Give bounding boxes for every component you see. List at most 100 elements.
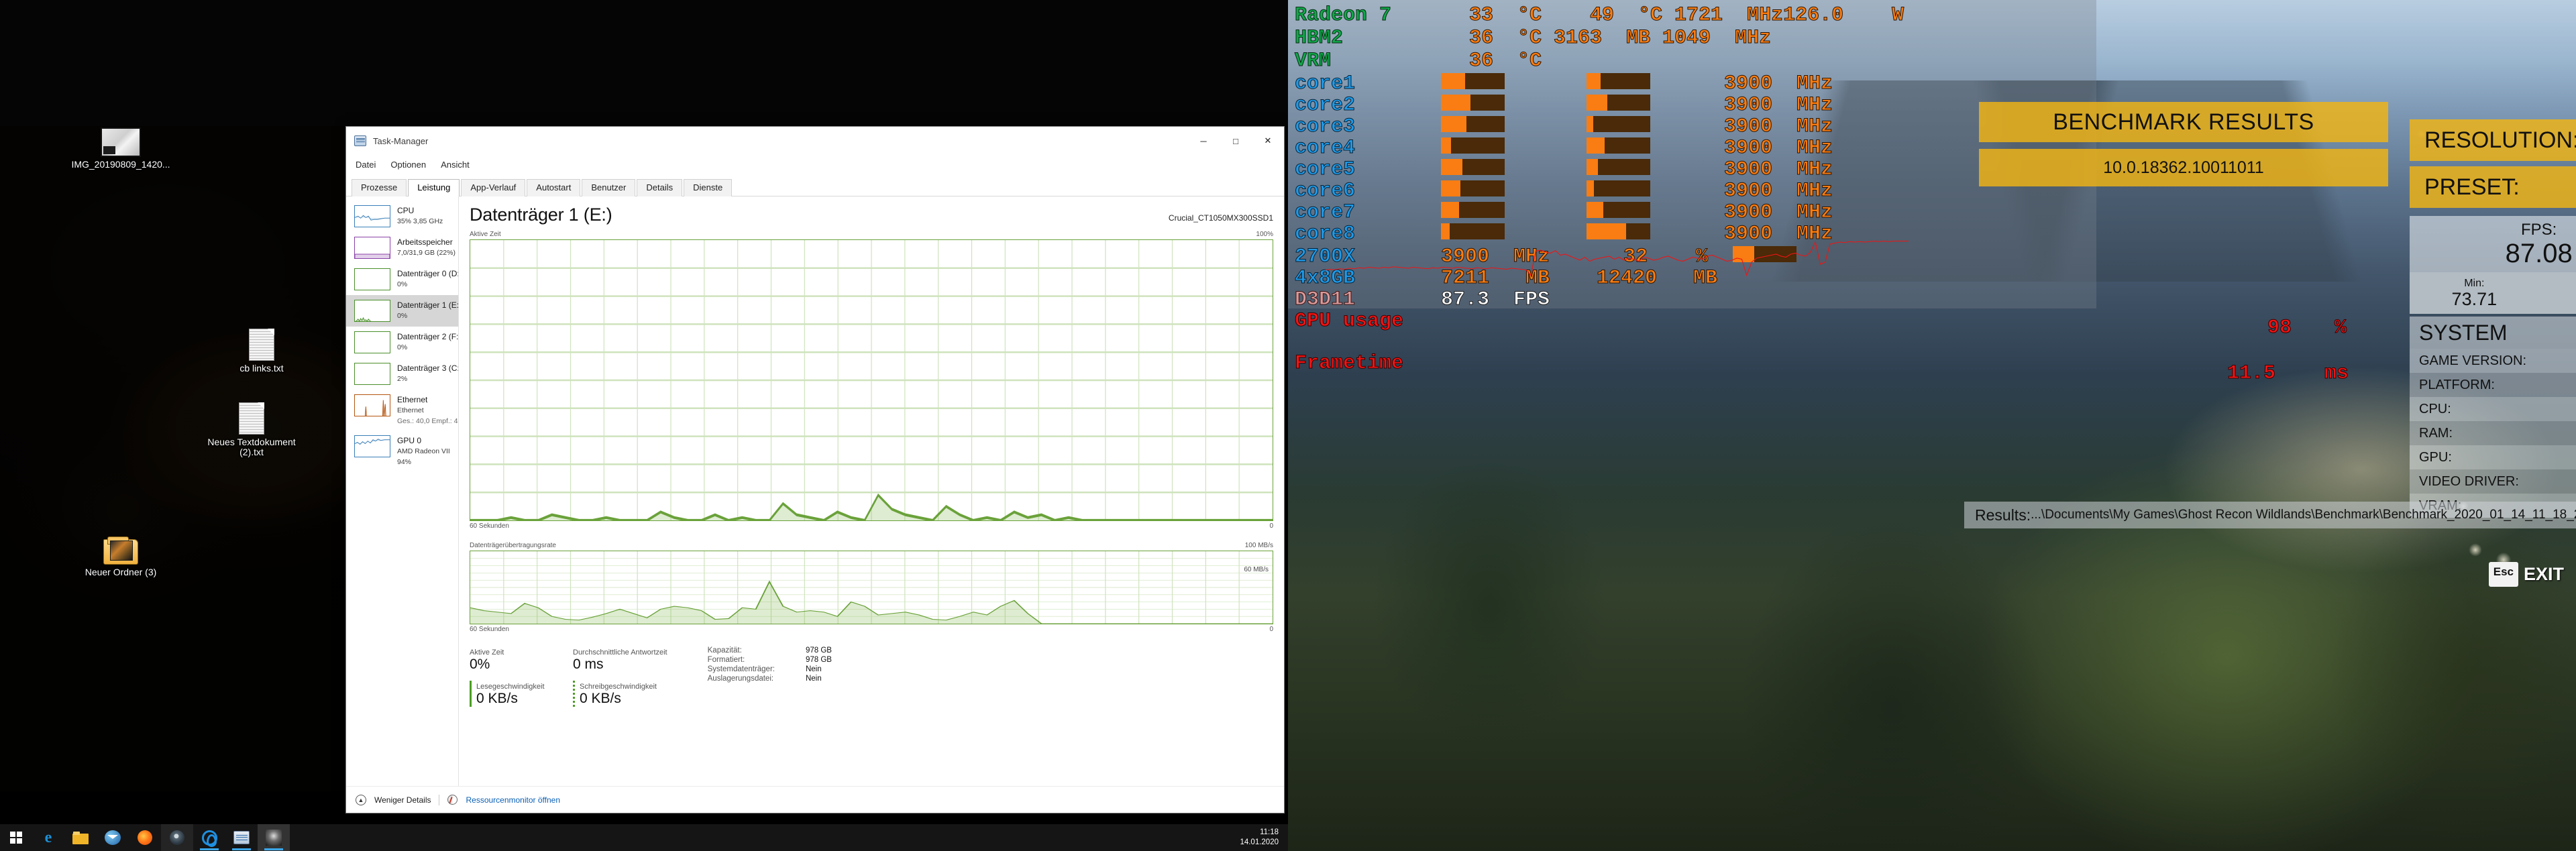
menu-item-optionen[interactable]: Optionen (390, 160, 426, 170)
stat-label: Schreibgeschwindigkeit (580, 683, 657, 691)
active-time-axis-top: Aktive Zeit 100% (470, 231, 1273, 238)
metric-min-label: Min: (2464, 277, 2485, 289)
sidebar-item-sub2: Ges.: 40,0 Empf.: 48,0 KB (397, 417, 458, 425)
desktop-icon-label: Neuer Ordner (3) (85, 567, 157, 577)
resource-monitor-icon[interactable] (447, 795, 458, 805)
metric-value: 87.08 (2505, 239, 2573, 268)
chevron-up-icon[interactable]: ▲ (356, 794, 366, 805)
close-button[interactable]: ✕ (1252, 127, 1284, 155)
ethernet-thumbnail (354, 394, 390, 416)
metric-min: Min: 73.71 (2410, 272, 2539, 314)
disk1-thumbnail (354, 300, 390, 322)
desktop-icon-label: cb links.txt (239, 363, 284, 374)
exit-button[interactable]: EXIT (2524, 564, 2564, 585)
osd-core8-bar-b (1587, 223, 1650, 239)
right-monitor-game: Radeon 7 33 °C 49 °C 1721 MHz126.0 W HBM… (1288, 0, 2576, 851)
table-row: VIDEO DRIVER: 19.11.3 (2410, 469, 2576, 494)
sidebar-item-sub: 0% (397, 312, 408, 320)
firefox-button[interactable] (129, 824, 161, 851)
sidebar-item-datentraeger-3[interactable]: Datenträger 3 (C:) 2% (346, 358, 458, 390)
menu-item-datei[interactable]: Datei (356, 160, 376, 170)
disk-properties: Kapazität: 978 GB Formatiert: 978 GB Sys… (708, 646, 832, 707)
sidebar-item-datentraeger-2[interactable]: Datenträger 2 (F:) 0% (346, 327, 458, 358)
tab-app-verlauf[interactable]: App-Verlauf (461, 179, 526, 196)
clock-date: 14.01.2020 (1240, 838, 1279, 846)
spec-key: Kapazität: (707, 646, 742, 655)
osd-core1-bar-a (1441, 73, 1505, 89)
metric-fps: FPS: 87.08 Min: 73.71 Max: 99.60 (2410, 216, 2576, 314)
desktop-icon-new-folder[interactable]: Neuer Ordner (3) (70, 536, 171, 577)
desktop-icon-image[interactable]: IMG_20190809_1420... (70, 127, 171, 170)
page-title: Datenträger 1 (E:) (470, 205, 612, 225)
uplay-button[interactable] (193, 824, 225, 851)
tab-leistung[interactable]: Leistung (408, 179, 460, 196)
tab-benutzer[interactable]: Benutzer (582, 179, 636, 196)
performance-sidebar[interactable]: CPU 35% 3,85 GHz Arbeitsspeicher 7,0/31,… (346, 196, 459, 786)
system-key: GAME VERSION: (2419, 353, 2527, 368)
osd-core7-bar-a (1441, 202, 1505, 218)
task-manager-window[interactable]: Task-Manager ─ □ ✕ Datei Optionen Ansich… (345, 126, 1285, 813)
stat-active-time: Aktive Zeit 0% (470, 646, 550, 673)
game-button[interactable] (258, 824, 290, 851)
sidebar-item-arbeitsspeicher[interactable]: Arbeitsspeicher 7,0/31,9 GB (22%) (346, 232, 458, 264)
time-range-label: 60 Sekunden (470, 522, 509, 530)
transfer-axis-top: Datenträgerübertragungsrate 100 MB/s (470, 542, 1273, 549)
sidebar-item-sub: 2% (397, 375, 408, 383)
tab-autostart[interactable]: Autostart (527, 179, 581, 196)
osd-api-label: D3D11 (1294, 288, 1356, 312)
desktop-icon-new-textdoc[interactable]: Neues Textdokument (2).txt (201, 402, 302, 457)
sidebar-item-cpu[interactable]: CPU 35% 3,85 GHz (346, 201, 458, 232)
chromium-button[interactable] (161, 824, 193, 851)
left-monitor-desktop: IMG_20190809_1420... cb links.txt Neues … (0, 0, 1288, 851)
sidebar-item-sub: 7,0/31,9 GB (22%) (397, 249, 455, 257)
osd-core6-bar-a (1441, 180, 1505, 196)
system-key: CPU: (2419, 401, 2451, 416)
tab-dienste[interactable]: Dienste (684, 179, 733, 196)
exit-control[interactable]: Esc EXIT (2488, 562, 2564, 587)
sidebar-item-label: CPU (397, 206, 415, 215)
desktop-icon-cb-links[interactable]: cb links.txt (211, 329, 312, 374)
osd-core7-label: core7 (1294, 201, 1356, 225)
device-model: Crucial_CT1050MX300SSD1 (1168, 213, 1273, 223)
sidebar-item-gpu-0[interactable]: GPU 0 AMD Radeon VII 94% (346, 431, 458, 471)
start-button[interactable] (0, 824, 32, 851)
esc-key-icon: Esc (2488, 562, 2518, 587)
text-file-icon (239, 402, 264, 435)
windows-taskbar[interactable]: e 11:18 14.01.2020 (0, 824, 1288, 851)
osd-core5-label: core5 (1294, 158, 1356, 182)
time-range-label-2: 60 Sekunden (470, 626, 509, 633)
minimize-button[interactable]: ─ (1187, 127, 1220, 155)
osd-fps-value: 87.3 FPS (1440, 288, 1550, 312)
maximize-button[interactable]: □ (1220, 127, 1252, 155)
spec-value: 978 GB (805, 656, 832, 664)
tab-prozesse[interactable]: Prozesse (352, 179, 407, 196)
less-details-button[interactable]: Weniger Details (374, 795, 431, 805)
taskbar-clock[interactable]: 11:18 14.01.2020 (1240, 828, 1288, 848)
detail-header: Datenträger 1 (E:) Crucial_CT1050MX300SS… (470, 205, 1273, 225)
screenshot-root: IMG_20190809_1420... cb links.txt Neues … (0, 0, 2576, 851)
window-controls: ─ □ ✕ (1187, 127, 1284, 155)
sidebar-item-label: Ethernet (397, 395, 428, 404)
resolution-label: RESOLUTION: (2424, 127, 2576, 153)
osd-core2-freq: 3900 MHz (1723, 94, 1833, 117)
osd-core3-freq: 3900 MHz (1723, 115, 1833, 139)
sidebar-item-datentraeger-1[interactable]: Datenträger 1 (E:) 0% (346, 295, 458, 327)
clock-time: 11:18 (1260, 828, 1279, 836)
spec-key: Formatiert: (707, 656, 745, 664)
mail-button[interactable] (97, 824, 129, 851)
cpu-thumbnail (354, 205, 390, 227)
sidebar-item-label: Arbeitsspeicher (397, 237, 453, 247)
resource-monitor-link[interactable]: Ressourcenmonitor öffnen (466, 795, 560, 805)
osd-core2-bar-a (1441, 95, 1505, 111)
edge-button[interactable]: e (32, 824, 64, 851)
uplay-icon (201, 830, 217, 847)
sidebar-item-datentraeger-0[interactable]: Datenträger 0 (D:) 0% (346, 264, 458, 295)
spec-value: Nein (805, 675, 822, 683)
file-explorer-button[interactable] (64, 824, 97, 851)
task-manager-titlebar[interactable]: Task-Manager ─ □ ✕ (346, 127, 1284, 155)
tab-details[interactable]: Details (637, 179, 683, 196)
gpu-usage-graph (1325, 240, 1909, 290)
menu-item-ansicht[interactable]: Ansicht (441, 160, 470, 170)
task-manager-button[interactable] (225, 824, 258, 851)
sidebar-item-ethernet[interactable]: Ethernet Ethernet Ges.: 40,0 Empf.: 48,0… (346, 390, 458, 431)
